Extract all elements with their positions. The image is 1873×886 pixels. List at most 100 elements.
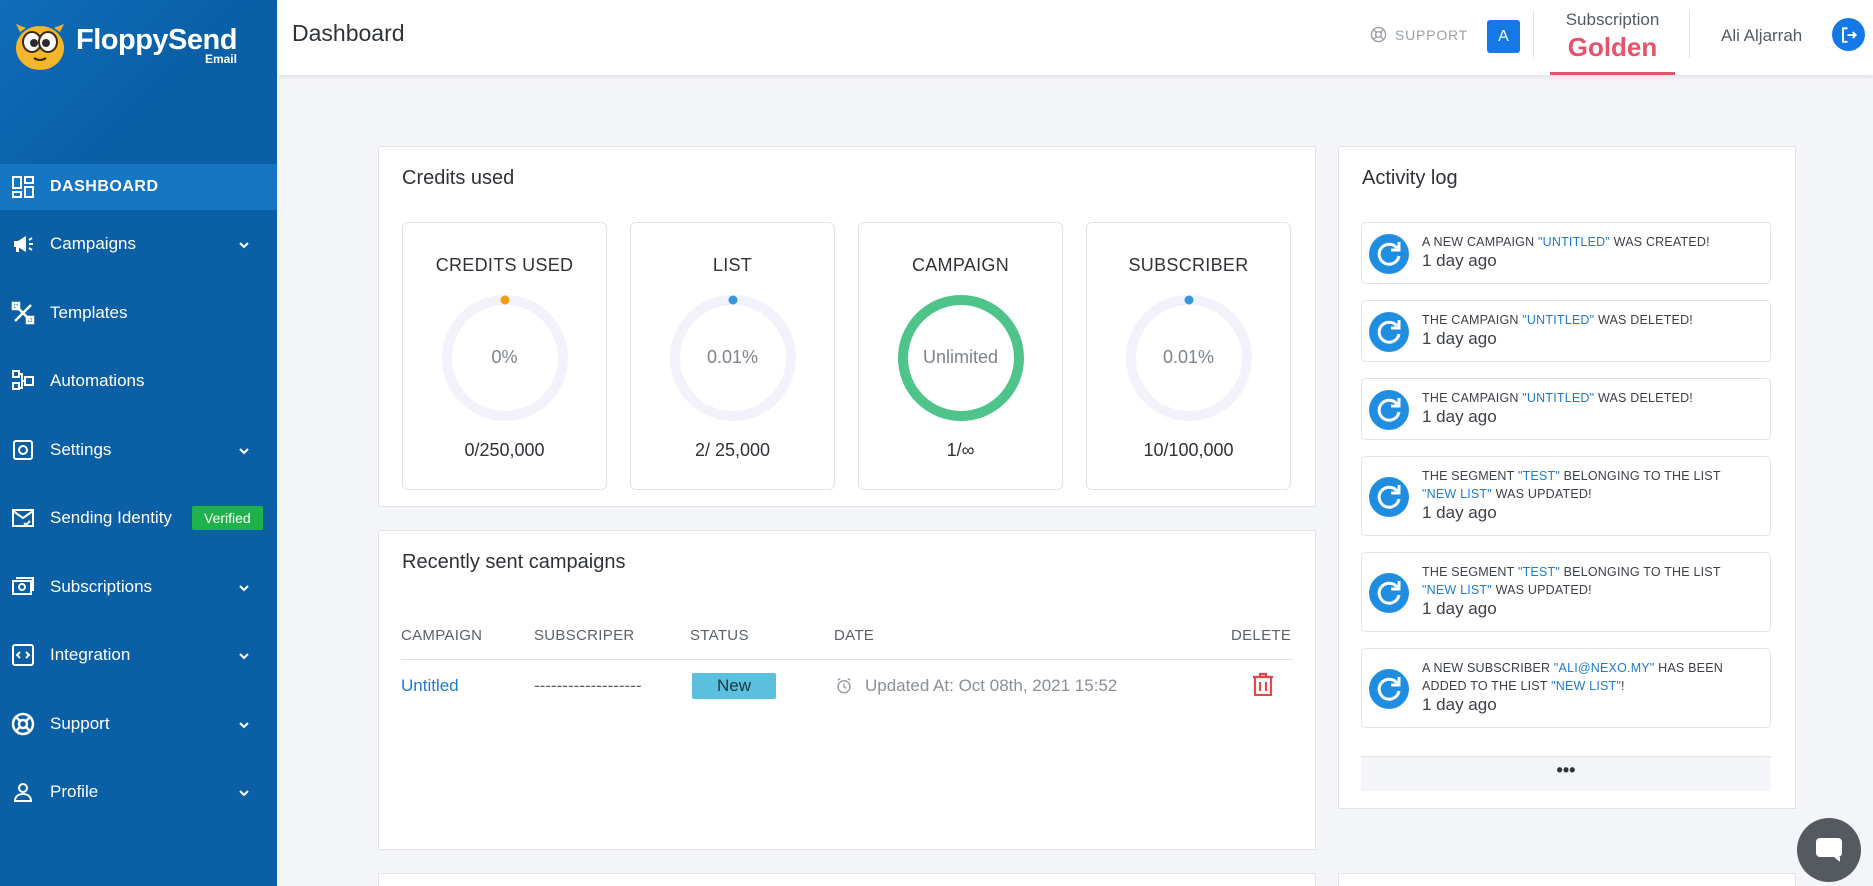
sidebar-item-automations[interactable]: Automations xyxy=(0,347,277,416)
stat-percentage: 0.01% xyxy=(1162,347,1215,367)
page-title: Dashboard xyxy=(292,20,405,46)
header-divider xyxy=(1533,10,1534,58)
activity-text-part: THE SEGMENT xyxy=(1422,565,1518,579)
recent-campaigns-title: Recently sent campaigns xyxy=(402,551,626,573)
activity-text-part: WAS CREATED! xyxy=(1609,235,1710,249)
refresh-icon xyxy=(1369,669,1409,709)
sidebar-item-campaigns[interactable]: Campaigns xyxy=(0,210,277,279)
activity-text-part: WAS DELETED! xyxy=(1594,391,1693,405)
chat-icon xyxy=(1816,838,1842,862)
activity-text-part: BELONGING TO THE LIST xyxy=(1559,469,1721,483)
header-divider xyxy=(1689,10,1690,58)
stat-title: CREDITS USED xyxy=(435,255,574,275)
stat-count: 10/100,000 xyxy=(1143,440,1234,460)
chat-widget-button[interactable] xyxy=(1797,818,1861,882)
activity-text-part: "NEW LIST" xyxy=(1551,679,1622,693)
stat-count: 1/∞ xyxy=(946,440,975,460)
mascot-logo-icon xyxy=(16,24,64,70)
stat-count: 2/ 25,000 xyxy=(694,440,771,460)
sidebar-item-settings[interactable]: Settings xyxy=(0,416,277,485)
load-more-button[interactable]: ••• xyxy=(1361,756,1771,791)
stat-box: CAMPAIGN Unlimited 1/∞ xyxy=(858,222,1063,490)
activity-text-part: "ALI@NEXO.MY" xyxy=(1553,661,1655,675)
account-avatar-button[interactable]: A xyxy=(1487,20,1520,53)
stat-title: SUBSCRIBER xyxy=(1128,255,1249,275)
date-cell: Updated At: Oct 08th, 2021 15:52 xyxy=(835,676,1117,696)
ring-marker xyxy=(728,295,738,305)
megaphone-icon xyxy=(10,231,36,257)
sidebar-item-label: Profile xyxy=(50,782,99,802)
sidebar-nav: DASHBOARD Campaigns Templates Automation… xyxy=(0,164,277,827)
sidebar-item-subscriptions[interactable]: Subscriptions xyxy=(0,553,277,622)
sidebar-item-label: Templates xyxy=(50,302,128,322)
chevron-down-icon xyxy=(239,782,249,802)
subscriber-cell: ------------------- xyxy=(534,676,642,695)
user-name[interactable]: Ali Aljarrah xyxy=(1721,26,1802,46)
activity-message: THE CAMPAIGN "UNTITLED" WAS DELETED! xyxy=(1422,311,1758,329)
chevron-down-icon xyxy=(239,645,249,665)
stat-count: 0/250,000 xyxy=(464,440,545,460)
chevron-down-icon xyxy=(239,234,249,254)
stat-box: SUBSCRIBER 0.01% 10/100,000 xyxy=(1086,222,1291,490)
stat-percentage: 0.01% xyxy=(706,347,759,367)
activity-text-part: THE CAMPAIGN xyxy=(1422,391,1523,405)
sidebar-item-support[interactable]: Support xyxy=(0,690,277,759)
subscription-label: Subscription xyxy=(1565,10,1660,29)
templates-icon xyxy=(10,300,36,326)
sidebar-item-label: Automations xyxy=(50,371,145,391)
chevron-down-icon xyxy=(239,714,249,734)
activity-text-part: "UNTITLED" xyxy=(1522,391,1595,405)
activity-text-part: WAS UPDATED! xyxy=(1491,583,1592,597)
stat-title: LIST xyxy=(712,255,753,275)
dashboard-icon xyxy=(10,174,36,200)
column-header-campaign: CAMPAIGN xyxy=(401,627,483,644)
bottom-card xyxy=(378,873,1316,886)
stat-percentage: 0% xyxy=(491,347,518,367)
activity-message: THE CAMPAIGN "UNTITLED" WAS DELETED! xyxy=(1422,389,1758,407)
bottom-card-right xyxy=(1338,873,1796,886)
activity-text-part: BELONGING TO THE LIST xyxy=(1559,565,1721,579)
stat-box: CREDITS USED 0% 0/250,000 xyxy=(402,222,607,490)
activity-text-part: "TEST" xyxy=(1517,565,1560,579)
refresh-icon xyxy=(1369,234,1409,274)
activity-text-part: WAS UPDATED! xyxy=(1491,487,1592,501)
logout-button[interactable] xyxy=(1832,18,1865,51)
activity-time: 1 day ago xyxy=(1422,599,1497,618)
sidebar-item-profile[interactable]: Profile xyxy=(0,758,277,827)
activity-text-part: "TEST" xyxy=(1517,469,1560,483)
activity-text-part: "NEW LIST" xyxy=(1422,487,1492,501)
automations-icon xyxy=(10,368,36,394)
activity-message: THE SEGMENT "TEST" BELONGING TO THE LIST… xyxy=(1422,467,1758,503)
activity-text-part: ! xyxy=(1621,679,1625,693)
activity-text-part: "UNTITLED" xyxy=(1537,235,1610,249)
sidebar: FloppySend Email DASHBOARD Campaigns Tem… xyxy=(0,0,277,886)
sidebar-item-label: Support xyxy=(50,713,110,733)
column-header-date: DATE xyxy=(834,627,875,644)
campaign-link[interactable]: Untitled xyxy=(401,676,459,696)
activity-text-part: THE CAMPAIGN xyxy=(1422,313,1523,327)
delete-button[interactable] xyxy=(1252,672,1274,701)
refresh-icon xyxy=(1369,573,1409,613)
brand-name: FloppySend xyxy=(76,23,237,56)
subscriptions-icon xyxy=(10,574,36,600)
trash-icon xyxy=(1253,672,1273,697)
activity-text-part: WAS DELETED! xyxy=(1594,313,1693,327)
sidebar-item-label: Campaigns xyxy=(50,234,136,254)
support-link[interactable]: SUPPORT xyxy=(1370,26,1468,43)
sidebar-item-label: Subscriptions xyxy=(50,576,153,596)
sidebar-item-sending-identity[interactable]: Sending Identity Verified xyxy=(0,484,277,553)
sidebar-item-integration[interactable]: Integration xyxy=(0,621,277,690)
table-header: CAMPAIGN SUBSCRIPER STATUS DATE DELETE xyxy=(401,622,1293,660)
mail-check-icon xyxy=(10,505,36,531)
chevron-down-icon xyxy=(239,577,249,597)
ring-marker xyxy=(500,295,510,305)
activity-text-part: "UNTITLED" xyxy=(1522,313,1595,327)
refresh-icon xyxy=(1369,390,1409,430)
brand-logo[interactable]: FloppySend Email xyxy=(10,18,237,72)
verified-badge: Verified xyxy=(192,506,263,531)
subscription-tab[interactable]: Subscription Golden xyxy=(1550,0,1675,75)
activity-item: THE CAMPAIGN "UNTITLED" WAS DELETED! 1 da… xyxy=(1361,378,1771,440)
sidebar-item-templates[interactable]: Templates xyxy=(0,279,277,348)
sidebar-item-dashboard[interactable]: DASHBOARD xyxy=(0,164,277,210)
sidebar-item-label: DASHBOARD xyxy=(50,178,159,195)
